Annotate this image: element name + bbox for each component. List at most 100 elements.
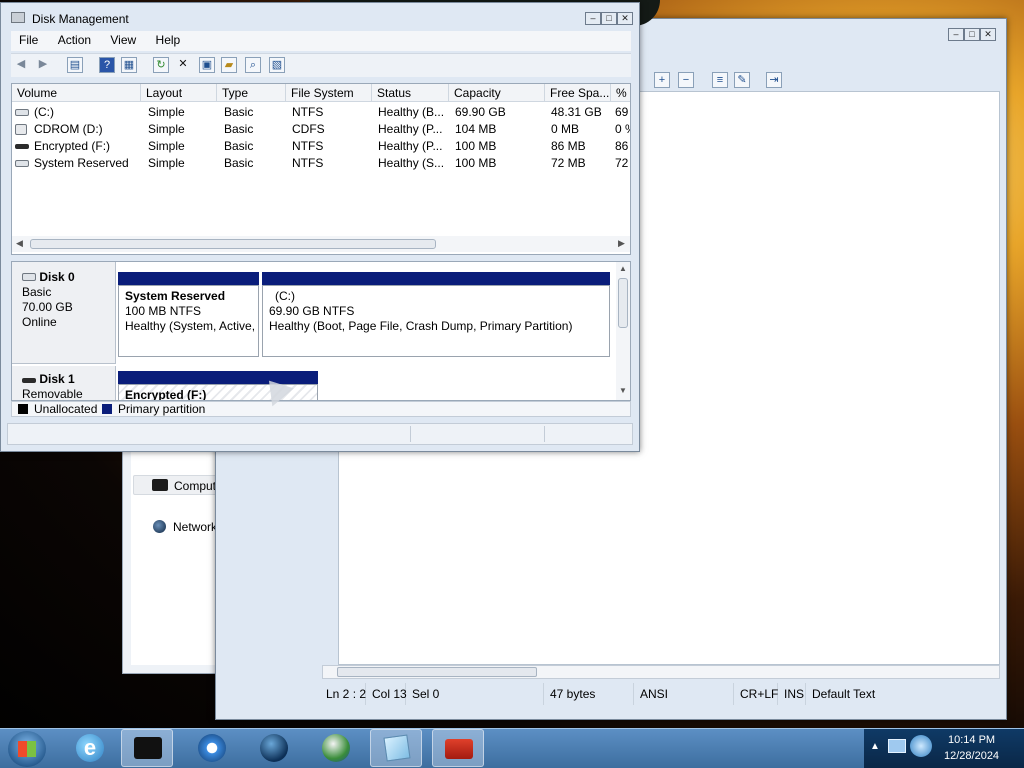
volume-rows: (C:) Simple Basic NTFS Healthy (B... 69.… bbox=[12, 104, 630, 174]
taskbar-toolbox[interactable] bbox=[432, 729, 484, 767]
exit-icon[interactable]: ⇥ bbox=[766, 72, 782, 88]
col-capacity[interactable]: Capacity bbox=[449, 84, 545, 102]
taskbar-disk-management[interactable] bbox=[121, 729, 173, 767]
col-file-system[interactable]: File System bbox=[286, 84, 372, 102]
status-selection: Sel 0 bbox=[406, 683, 544, 705]
maximize-button[interactable]: □ bbox=[964, 28, 980, 41]
table-row[interactable]: (C:) Simple Basic NTFS Healthy (B... 69.… bbox=[12, 104, 630, 121]
toolbox-icon bbox=[445, 739, 473, 759]
dm-minimize-button[interactable]: – bbox=[585, 12, 601, 25]
disk-0-info[interactable]: Disk 0 Basic 70.00 GB Online bbox=[12, 262, 116, 364]
scrollbar-thumb[interactable] bbox=[30, 239, 436, 249]
cell-capacity: 100 MB bbox=[455, 156, 497, 170]
zoom-in-icon[interactable]: + bbox=[654, 72, 670, 88]
show-hidden-icons-icon[interactable]: ▲ bbox=[870, 741, 880, 752]
volume-list-header: Volume Layout Type File System Status Ca… bbox=[12, 84, 630, 102]
col-percent-free[interactable]: % bbox=[611, 84, 630, 102]
dm-maximize-button[interactable]: □ bbox=[601, 12, 617, 25]
clock-time[interactable]: 10:14 PM bbox=[948, 734, 995, 746]
taskbar-globe[interactable] bbox=[248, 729, 300, 767]
partition-system-reserved-bar bbox=[118, 272, 259, 285]
clock-date[interactable]: 12/28/2024 bbox=[944, 750, 999, 762]
scroll-down-icon[interactable]: ▼ bbox=[619, 386, 627, 395]
partition-system-reserved[interactable]: System Reserved 100 MB NTFS Healthy (Sys… bbox=[118, 285, 259, 357]
table-row[interactable]: Encrypted (F:) Simple Basic NTFS Healthy… bbox=[12, 138, 630, 155]
disk-0-size: 70.00 GB bbox=[22, 300, 73, 314]
help-icon[interactable]: ? bbox=[99, 57, 115, 73]
col-status[interactable]: Status bbox=[372, 84, 449, 102]
taskbar-internet-explorer[interactable]: e bbox=[64, 729, 116, 767]
col-layout[interactable]: Layout bbox=[141, 84, 217, 102]
taskbar-network-browser[interactable] bbox=[310, 729, 362, 767]
properties-sheet-icon[interactable]: ▣ bbox=[199, 57, 215, 73]
network-status-icon[interactable] bbox=[888, 739, 906, 753]
media-player-icon bbox=[198, 734, 226, 762]
start-button[interactable] bbox=[8, 731, 46, 767]
table-row[interactable]: System Reserved Simple Basic NTFS Health… bbox=[12, 155, 630, 172]
scroll-right-icon[interactable]: ▶ bbox=[618, 238, 625, 249]
view-icon[interactable]: ≡ bbox=[712, 72, 728, 88]
dm-statusbar bbox=[7, 423, 633, 445]
dm-close-button[interactable]: ✕ bbox=[617, 12, 633, 25]
search-icon[interactable]: ⌕ bbox=[245, 57, 261, 73]
col-type[interactable]: Type bbox=[217, 84, 286, 102]
minimize-button[interactable]: – bbox=[948, 28, 964, 41]
status-line-ending: CR+LF bbox=[734, 683, 778, 705]
cell-status: Healthy (P... bbox=[378, 122, 443, 136]
disk-graphical-view: Disk 0 Basic 70.00 GB Online System Rese… bbox=[11, 261, 631, 401]
menu-help[interactable]: Help bbox=[148, 31, 189, 49]
properties-icon[interactable]: ▦ bbox=[121, 57, 137, 73]
system-tray: ▲ 10:14 PM 12/28/2024 bbox=[864, 729, 1024, 768]
table-row[interactable]: CDROM (D:) Simple Basic CDFS Healthy (P.… bbox=[12, 121, 630, 138]
close-button[interactable]: ✕ bbox=[980, 28, 996, 41]
col-free-space[interactable]: Free Spa... bbox=[545, 84, 611, 102]
cell-file-system: NTFS bbox=[292, 139, 324, 153]
notepad-statusbar: Ln 2 : 2 Col 13 Sel 0 47 bytes ANSI CR+L… bbox=[320, 683, 1000, 705]
cell-layout: Simple bbox=[148, 105, 185, 119]
scrollbar-thumb[interactable] bbox=[337, 667, 537, 677]
disk-icon bbox=[22, 273, 36, 281]
partition-size: 100 MB NTFS bbox=[125, 304, 202, 318]
partition-c[interactable]: (C:) 69.90 GB NTFS Healthy (Boot, Page F… bbox=[262, 285, 610, 357]
status-divider bbox=[544, 426, 545, 442]
cell-status: Healthy (B... bbox=[378, 105, 445, 119]
cdrom-icon bbox=[15, 124, 27, 135]
unallocated-swatch bbox=[18, 404, 28, 414]
computer-icon bbox=[152, 479, 168, 491]
disk-view-vscrollbar[interactable]: ▲ ▼ bbox=[616, 262, 630, 400]
security-status-icon[interactable] bbox=[910, 735, 932, 757]
menu-bar: File Action View Help bbox=[11, 31, 631, 51]
cell-file-system: NTFS bbox=[292, 156, 324, 170]
disk-settings-icon[interactable]: ▧ bbox=[269, 57, 285, 73]
network-globe-icon bbox=[153, 520, 166, 533]
zoom-out-icon[interactable]: − bbox=[678, 72, 694, 88]
taskbar-media-player[interactable] bbox=[186, 729, 238, 767]
cell-status: Healthy (S... bbox=[378, 156, 445, 170]
forward-arrow-icon[interactable]: ▶ bbox=[35, 57, 51, 73]
internet-explorer-icon: e bbox=[76, 734, 104, 762]
cell-volume: System Reserved bbox=[34, 156, 129, 170]
open-folder-icon[interactable]: ▰ bbox=[221, 57, 237, 73]
refresh-icon[interactable]: ↻ bbox=[153, 57, 169, 73]
scroll-left-icon[interactable]: ◀ bbox=[16, 238, 23, 249]
delete-icon[interactable]: ✕ bbox=[175, 57, 191, 73]
scroll-up-icon[interactable]: ▲ bbox=[619, 264, 627, 273]
legend: Unallocated Primary partition bbox=[11, 401, 631, 417]
menu-file[interactable]: File bbox=[11, 31, 46, 49]
back-arrow-icon[interactable]: ◀ bbox=[13, 57, 29, 73]
menu-action[interactable]: Action bbox=[50, 31, 99, 49]
edit-icon[interactable]: ✎ bbox=[734, 72, 750, 88]
disk-1-info[interactable]: Disk 1 Removable bbox=[12, 366, 116, 400]
cell-free: 72 MB bbox=[551, 156, 586, 170]
drive-icon bbox=[15, 160, 29, 167]
status-encoding: ANSI bbox=[634, 683, 734, 705]
notepad-toolbar: + − ≡ ✎ ⇥ bbox=[636, 69, 1006, 89]
taskbar-notepad[interactable] bbox=[370, 729, 422, 767]
disk-1-name: Disk 1 bbox=[39, 372, 75, 386]
scrollbar-thumb[interactable] bbox=[618, 278, 628, 328]
console-tree-icon[interactable]: ▤ bbox=[67, 57, 83, 73]
horizontal-scrollbar[interactable] bbox=[322, 665, 1000, 679]
volume-list-hscrollbar[interactable]: ◀ ▶ bbox=[12, 236, 630, 252]
menu-view[interactable]: View bbox=[102, 31, 144, 49]
col-volume[interactable]: Volume bbox=[12, 84, 141, 102]
